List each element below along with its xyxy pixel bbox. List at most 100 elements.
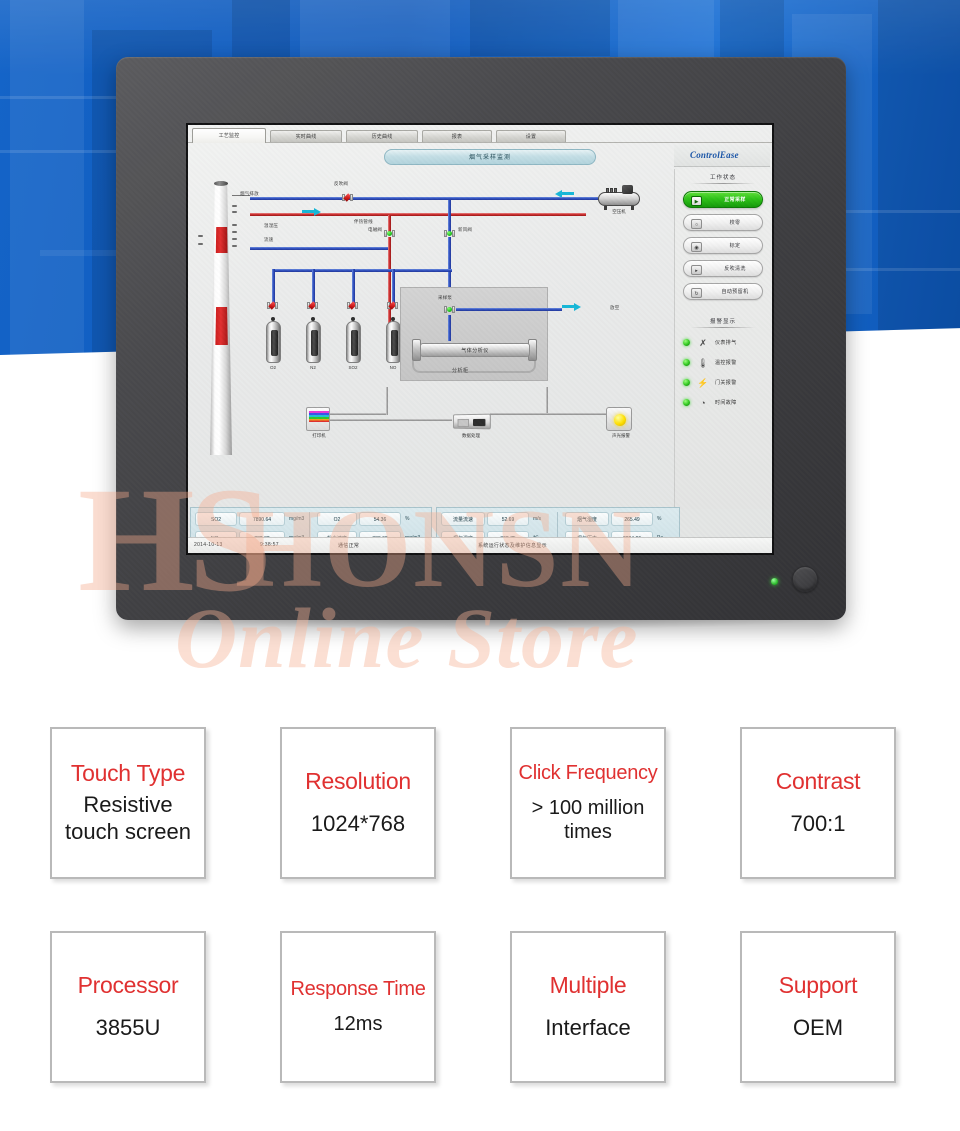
screen-title-banner: 烟气采样监测 — [384, 149, 596, 165]
control-sidebar: 工作状态 ▶ 正常采样 ○ 校零 ◉ 标定 ▸ 反吹清洗 ↻ 自动预留机 报警显… — [674, 169, 770, 509]
tab-process-monitor[interactable]: 工艺监控 — [192, 128, 266, 143]
instrument-icon: ✗ — [699, 338, 707, 348]
analyzer-caption: 分析柜 — [452, 368, 469, 374]
status-time: 9:38:57 — [260, 542, 279, 548]
chimney-top — [214, 181, 228, 186]
label-solenoid-valve: 电磁阀 — [368, 227, 383, 232]
status-led — [683, 399, 690, 406]
mode-button-label: 校零 — [729, 220, 741, 226]
spec-value: Resistive touch screen — [65, 792, 191, 844]
readout-name-flow: 流量流速 — [441, 512, 485, 526]
mode-button-span-calibration[interactable]: ◉ 标定 — [683, 237, 763, 254]
circle-icon: ○ — [691, 218, 702, 229]
spec-title: Response Time — [290, 977, 426, 1000]
control-panel-rule — [691, 183, 755, 184]
valve-cylinder-o2[interactable] — [267, 301, 278, 310]
alarm-label: 门关报警 — [715, 380, 737, 386]
gas-analyzer: 气体分析仪 — [420, 343, 530, 357]
refresh-icon: ↻ — [691, 287, 702, 298]
valve-cylinder-no[interactable] — [387, 301, 398, 310]
spec-card-click-frequency: Click Frequency > 100 million times — [510, 727, 666, 879]
mode-button-label: 标定 — [729, 243, 741, 249]
flow-arrow-tail-3 — [562, 305, 574, 308]
status-date: 2014-10-13 — [194, 542, 223, 548]
alarm-row-temperature[interactable]: 🌡 温控报警 — [681, 355, 767, 370]
mode-button-zero-calibration[interactable]: ○ 校零 — [683, 214, 763, 231]
spec-card-multiple-interface: Multiple Interface — [510, 931, 666, 1083]
spec-card-support-oem: Support OEM — [740, 931, 896, 1083]
spec-title: Multiple — [549, 971, 627, 998]
spec-card-resolution: Resolution 1024*768 — [280, 727, 436, 879]
play-icon: ▶ — [691, 195, 702, 206]
label-freshair-valve: 新风阀 — [458, 227, 473, 232]
printer-color-strip — [309, 411, 329, 422]
status-led — [683, 379, 690, 386]
target-icon: ◉ — [691, 241, 702, 252]
spec-value: OEM — [792, 1014, 844, 1040]
spec-card-touch-type: Touch Type Resistive touch screen — [50, 727, 206, 879]
readout-value-so2: 7890.64 — [239, 512, 285, 526]
label-data-processing: 数据处理 — [462, 433, 480, 438]
specification-grid: Touch Type Resistive touch screen Resolu… — [0, 700, 960, 1131]
mode-button-backflush-clean[interactable]: ▸ 反吹清洗 — [683, 260, 763, 277]
status-comm: 通信正常 — [338, 543, 360, 549]
spec-title: Support — [778, 971, 858, 998]
control-panel-title: 工作状态 — [709, 175, 736, 181]
spec-card-contrast: Contrast 700:1 — [740, 727, 896, 879]
thermometer-icon: 🌡 — [697, 358, 709, 368]
valve-sampling-pump[interactable] — [444, 305, 455, 314]
flow-arrow-right-1 — [314, 207, 321, 216]
flow-arrow-tail-1 — [302, 210, 314, 213]
alarm-panel-title: 报警显示 — [709, 319, 736, 325]
alarm-label: 温控报警 — [715, 360, 737, 366]
mode-button-label: 反吹清洗 — [724, 266, 746, 272]
spec-title: Contrast — [775, 767, 861, 794]
brand-panel: ControlEase — [674, 145, 770, 167]
mode-button-normal-sampling[interactable]: ▶ 正常采样 — [683, 191, 763, 208]
gas-cylinder-o2 — [266, 321, 281, 363]
cylinder-label-o2: O2 — [269, 365, 276, 370]
status-led — [683, 359, 690, 366]
readout-name-so2: SO2 — [195, 512, 237, 526]
alarm-label: 时间故障 — [715, 400, 737, 406]
label-compressor: 空压机 — [612, 209, 626, 214]
readout-unit-so2: mg/m3 — [289, 516, 305, 522]
spec-title: Touch Type — [70, 759, 186, 786]
spec-value: 700:1 — [790, 810, 846, 836]
label-heated-line: 伴热管线 — [354, 219, 373, 224]
mode-button-label: 自动预留机 — [721, 289, 749, 295]
label-printer: 打印机 — [312, 433, 326, 438]
product-hero: HS HONSN Online Store 工艺监控 实时曲线 历史曲线 报表 … — [0, 0, 960, 700]
spec-title: Processor — [77, 971, 179, 998]
mode-button-auto-standby[interactable]: ↻ 自动预留机 — [683, 283, 763, 300]
readout-name-humidity: 烟气湿度 — [565, 512, 609, 526]
label-vent: 放空 — [610, 305, 620, 310]
valve-backflush[interactable] — [342, 193, 353, 202]
status-led — [683, 339, 690, 346]
hmi-status-bar: 2014-10-13 9:38:57 通信正常 系统运行状态及维护信息显示 — [188, 537, 772, 553]
spec-title: Resolution — [305, 767, 411, 794]
alarm-row-time-fault[interactable]: ◔ 时间故障 — [681, 395, 767, 410]
readout-unit-humidity: % — [657, 516, 662, 522]
spec-value: > 100 million times — [531, 797, 645, 844]
panel-pc-device: 工艺监控 实时曲线 历史曲线 报表 设置 烟气采样监测 ControlEase — [116, 57, 846, 620]
color-printer — [306, 407, 330, 431]
data-processor-device — [452, 413, 491, 430]
alarm-beacon-lamp — [606, 407, 632, 431]
flow-arrow-right-2 — [574, 302, 581, 311]
alarm-panel-rule — [691, 327, 755, 328]
tabbar-underline — [188, 142, 772, 143]
power-button[interactable] — [792, 566, 818, 592]
label-temp-humid-press: 温湿压 — [264, 223, 279, 228]
screen-bezel-inner: 工艺监控 实时曲线 历史曲线 报表 设置 烟气采样监测 ControlEase — [186, 123, 774, 555]
gas-cylinder-n2 — [306, 321, 321, 363]
spec-value: 3855U — [95, 1014, 161, 1040]
alarm-row-door-switch[interactable]: ⚡ 门关报警 — [681, 375, 767, 390]
valve-cylinder-n2[interactable] — [307, 301, 318, 310]
gas-cylinder-no — [386, 321, 401, 363]
bolt-icon: ⚡ — [697, 378, 709, 388]
alarm-row-instrument-exhaust[interactable]: ✗ 仪表排气 — [681, 335, 767, 350]
label-flow-rate: 流速 — [264, 237, 274, 242]
gas-cylinder-so2 — [346, 321, 361, 363]
valve-cylinder-so2[interactable] — [347, 301, 358, 310]
